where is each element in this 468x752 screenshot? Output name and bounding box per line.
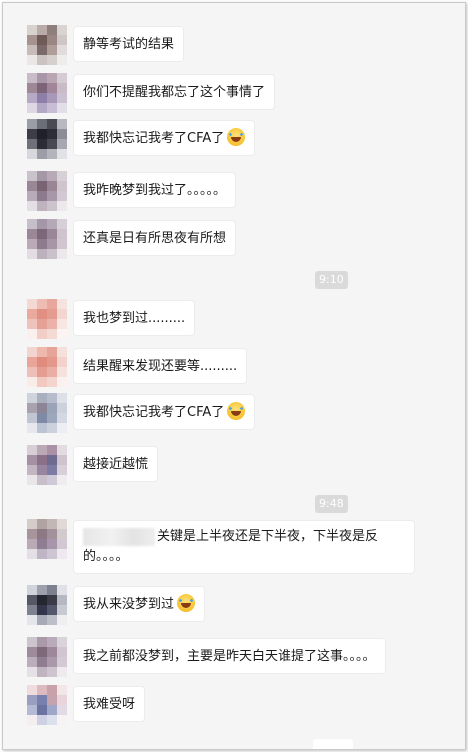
message-bubble[interactable]: 越接近越慌 xyxy=(73,446,159,482)
message-row: 我从来没梦到过 xyxy=(3,585,465,625)
avatar[interactable] xyxy=(27,119,67,159)
message-bubble[interactable]: 我昨晚梦到我过了。。。。。 xyxy=(73,172,237,208)
message-text: 还真是日有所思夜有所想 xyxy=(83,231,227,246)
message-text: 我都快忘记我考了CFA了 xyxy=(83,405,225,420)
message-row: 关键是上半夜还是下半夜，下半夜是反的。。。。 xyxy=(3,519,465,583)
message-text: 结果醒来发现还要等......... xyxy=(83,359,238,374)
message-bubble[interactable]: 我之前都没梦到，主要是昨天白天谁提了这事。。。。 xyxy=(73,638,386,674)
avatar[interactable] xyxy=(27,393,67,433)
message-row: 我之前都没梦到，主要是昨天白天谁提了这事。。。。 xyxy=(3,637,465,677)
message-bubble[interactable]: 我也梦到过......... xyxy=(73,300,196,336)
laugh-cry-emoji-icon xyxy=(227,402,246,420)
message-text: 我之前都没梦到，主要是昨天白天谁提了这事。。。。 xyxy=(83,649,376,664)
message-row: 我都快忘记我考了CFA了 xyxy=(3,393,465,433)
chat-history[interactable]: 静等考试的结果你们不提醒我都忘了这个事情了 我都快忘记我考了CFA了 我昨晚梦到我过… xyxy=(3,3,465,749)
message-bubble[interactable]: 你们不提醒我都忘了这个事情了 xyxy=(73,74,276,110)
message-text: 我都快忘记我考了CFA了 xyxy=(83,131,225,146)
avatar[interactable] xyxy=(27,25,67,65)
avatar[interactable] xyxy=(27,637,67,677)
message-row: 我昨晚梦到我过了。。。。。 xyxy=(3,171,465,211)
message-bubble[interactable]: 还真是日有所思夜有所想 xyxy=(73,220,237,256)
avatar[interactable] xyxy=(27,445,67,485)
message-bubble[interactable]: 静等考试的结果 xyxy=(73,26,185,62)
chat-window: 静等考试的结果你们不提醒我都忘了这个事情了 我都快忘记我考了CFA了 我昨晚梦到我过… xyxy=(2,2,466,750)
avatar[interactable] xyxy=(27,171,67,211)
message-bubble[interactable]: 我都快忘记我考了CFA了 xyxy=(73,120,256,156)
avatar[interactable] xyxy=(27,519,67,559)
message-row: 我都快忘记我考了CFA了 xyxy=(3,119,465,159)
avatar[interactable] xyxy=(27,585,67,625)
message-row: 我难受呀 xyxy=(3,685,465,725)
message-row: 越接近越慌 xyxy=(3,445,465,485)
laugh-cry-emoji-icon xyxy=(227,128,246,146)
laugh-cry-emoji-icon xyxy=(177,594,196,612)
message-bubble[interactable]: 我难受呀 xyxy=(73,686,146,722)
message-text: 静等考试的结果 xyxy=(83,37,175,52)
message-text: 你们不提醒我都忘了这个事情了 xyxy=(83,85,266,100)
message-row: 静等考试的结果 xyxy=(3,25,465,65)
message-row: 还真是日有所思夜有所想 xyxy=(3,219,465,259)
avatar[interactable] xyxy=(27,219,67,259)
message-row: 我也梦到过......... xyxy=(3,299,465,339)
avatar[interactable] xyxy=(27,347,67,387)
message-row: 结果醒来发现还要等......... xyxy=(3,347,465,387)
blurred-mention xyxy=(83,527,155,546)
message-text: 我也梦到过......... xyxy=(83,311,186,326)
message-bubble[interactable]: 我都快忘记我考了CFA了 xyxy=(73,394,256,430)
avatar[interactable] xyxy=(27,299,67,339)
message-text: 越接近越慌 xyxy=(83,457,149,472)
message-bubble[interactable]: 我从来没梦到过 xyxy=(73,586,206,622)
message-bubble[interactable]: 结果醒来发现还要等......... xyxy=(73,348,248,384)
message-text: 我从来没梦到过 xyxy=(83,597,175,612)
timestamp: 9:10 xyxy=(315,271,348,289)
avatar[interactable] xyxy=(27,73,67,113)
message-text: 我昨晚梦到我过了。。。。。 xyxy=(83,183,227,198)
message-text: 我难受呀 xyxy=(83,697,136,712)
timestamp: 9:48 xyxy=(315,495,348,513)
message-row: 你们不提醒我都忘了这个事情了 xyxy=(3,73,465,113)
partial-bubble xyxy=(313,739,353,749)
message-bubble[interactable]: 关键是上半夜还是下半夜，下半夜是反的。。。。 xyxy=(73,520,415,574)
avatar[interactable] xyxy=(27,685,67,725)
